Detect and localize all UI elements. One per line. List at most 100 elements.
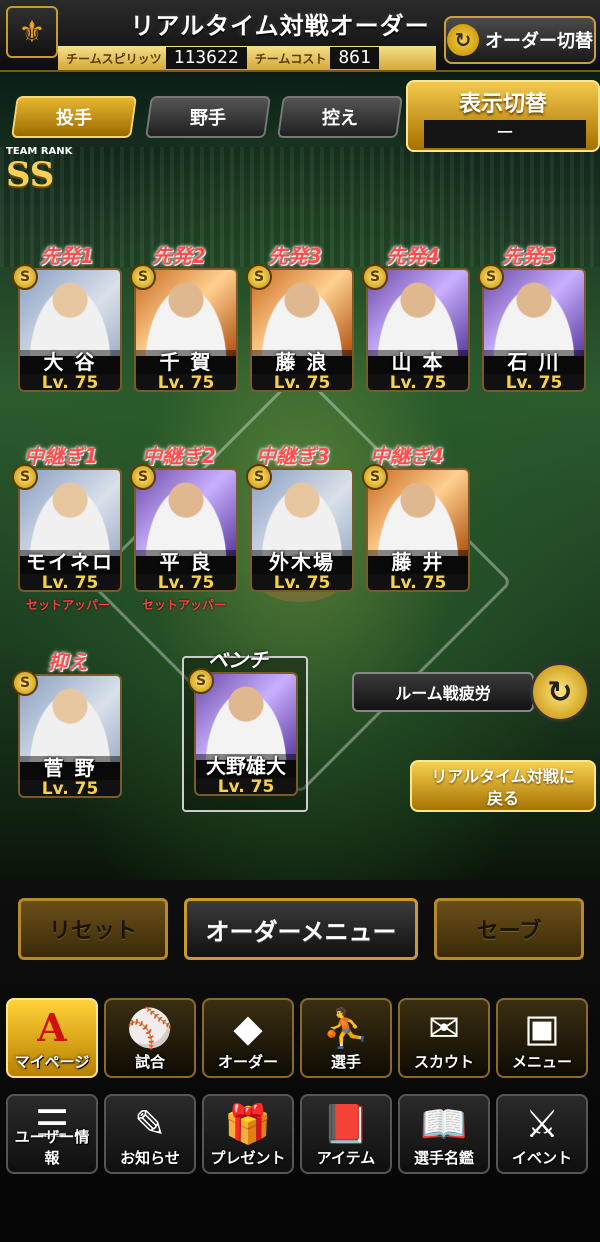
menu-label: お知らせ (120, 1149, 180, 1167)
menu-label: プレゼント (210, 1149, 286, 1167)
player-name: 平 良 (136, 550, 236, 574)
menu-players-button[interactable]: ⛹ 選手 (300, 998, 392, 1078)
menu-player-directory-button[interactable]: 📖 選手名鑑 (398, 1094, 490, 1174)
save-button[interactable]: セーブ (434, 898, 584, 960)
page-title: リアルタイム対戦オーダー (130, 12, 430, 40)
switch-arrows-icon: ↻ (447, 24, 479, 56)
scout-card-icon: ✉ (428, 1006, 460, 1050)
slot-label-closer: 抑え (48, 650, 88, 674)
reset-button[interactable]: リセット (18, 898, 168, 960)
menu-scout-button[interactable]: ✉ スカウト (398, 998, 490, 1078)
team-cost-value: 861 (330, 47, 379, 69)
tab-pitcher-label: 投手 (56, 108, 92, 129)
menu-label: 選手名鑑 (413, 1149, 474, 1167)
rarity-s-badge-icon: S (362, 264, 388, 290)
player-name: モイネロ (20, 550, 120, 574)
team-spirit-label: チームスピリッツ (66, 51, 162, 66)
slot-label-reliever-2: 中継ぎ2 (142, 444, 216, 468)
player-level: Lv. 75 (157, 373, 215, 392)
menu-user-info-button[interactable]: ☰ ユーザー情報 (6, 1094, 98, 1174)
menu-label: ユーザー情報 (14, 1128, 90, 1167)
stadium-icon: ⚾ (126, 1006, 174, 1050)
player-level: Lv. 75 (389, 573, 447, 592)
display-switch-label: 表示切替 (458, 92, 547, 117)
slot-label-reliever-3: 中継ぎ3 (256, 444, 330, 468)
menu-label: オーダー (217, 1053, 278, 1071)
slot-label-starter-4: 先発4 (386, 244, 440, 268)
tab-pitcher[interactable]: 投手 (11, 96, 137, 138)
rarity-s-badge-icon: S (130, 264, 156, 290)
player-level: Lv. 75 (505, 373, 563, 392)
team-stats-bar: チームスピリッツ 113622 チームコスト 861 (58, 46, 436, 70)
menu-label: 選手 (330, 1053, 361, 1071)
back-to-realtime-battle-button[interactable]: リアルタイム対戦に 戻る (410, 760, 596, 812)
sub-menu-row: ☰ ユーザー情報 ✎ お知らせ 🎁 プレゼント 📕 アイテム 📖 選手名鑑 ⚔ … (0, 1094, 600, 1178)
tab-fielder-label: 野手 (190, 108, 226, 129)
tab-fielder[interactable]: 野手 (145, 96, 271, 138)
back-button-line1: リアルタイム対戦に (431, 767, 575, 786)
player-silhouette-icon: ⛹ (322, 1006, 370, 1050)
player-level: Lv. 75 (41, 779, 99, 798)
crossed-bats-icon: ⚔ (524, 1102, 560, 1146)
menu-label: イベント (511, 1149, 572, 1167)
rarity-s-badge-icon: S (246, 464, 272, 490)
menu-menu-button[interactable]: ▣ メニュー (496, 998, 588, 1078)
display-switch-button[interactable]: 表示切替 ー (406, 80, 600, 152)
player-name: 藤 浪 (252, 350, 352, 374)
player-level: Lv. 75 (157, 573, 215, 592)
rarity-s-badge-icon: S (12, 464, 38, 490)
player-name: 山 本 (368, 350, 468, 374)
menu-order-button[interactable]: ◆ オーダー (202, 998, 294, 1078)
slot-label-starter-2: 先発2 (152, 244, 206, 268)
rarity-s-badge-icon: S (362, 464, 388, 490)
player-level: Lv. 75 (273, 573, 331, 592)
rarity-s-badge-icon: S (12, 670, 38, 696)
rarity-s-badge-icon: S (478, 264, 504, 290)
menu-news-button[interactable]: ✎ お知らせ (104, 1094, 196, 1174)
tab-reserve-label: 控え (322, 108, 358, 129)
player-level: Lv. 75 (273, 373, 331, 392)
rarity-s-badge-icon: S (188, 668, 214, 694)
menu-label: メニュー (511, 1053, 572, 1071)
order-menu-button-label: オーダーメニュー (205, 917, 397, 946)
menu-label: マイページ (14, 1053, 90, 1071)
menu-game-button[interactable]: ⚾ 試合 (104, 998, 196, 1078)
slot-label-reliever-1: 中継ぎ1 (24, 444, 98, 468)
player-name: 藤 井 (368, 550, 468, 574)
team-rank-value: SS (6, 155, 55, 195)
notice-icon: ✎ (134, 1102, 166, 1146)
player-level: Lv. 75 (41, 373, 99, 392)
menu-event-button[interactable]: ⚔ イベント (496, 1094, 588, 1174)
slot-label-starter-5: 先発5 (502, 244, 556, 268)
menu-mypage-button[interactable]: A マイページ (6, 998, 98, 1078)
room-fatigue-button[interactable]: ルーム戦疲労 (352, 672, 534, 712)
team-cost-label: チームコスト (254, 51, 327, 66)
slot-label-starter-1: 先発1 (40, 244, 94, 268)
back-button-line2: 戻る (486, 789, 519, 808)
order-switch-label: オーダー切替 (485, 31, 593, 52)
player-name: 外木場 (252, 550, 352, 574)
reset-button-label: リセット (48, 919, 137, 944)
menu-label: 試合 (134, 1053, 165, 1071)
display-switch-value: ー (424, 120, 586, 148)
rarity-s-badge-icon: S (246, 264, 272, 290)
field-diamond-icon: ◆ (233, 1006, 263, 1050)
menu-item-button[interactable]: 📕 アイテム (300, 1094, 392, 1174)
team-logo-icon[interactable]: ⚜ (6, 6, 58, 58)
main-menu-row: A マイページ ⚾ 試合 ◆ オーダー ⛹ 選手 ✉ スカウト ▣ メニュー (0, 998, 600, 1082)
gift-box-icon: 🎁 (224, 1102, 272, 1146)
refresh-arrows-icon[interactable]: ↻ (530, 662, 590, 722)
item-book-icon: 📕 (322, 1102, 370, 1146)
room-fatigue-label: ルーム戦疲労 (395, 684, 491, 703)
player-level: Lv. 75 (217, 777, 275, 796)
player-name: 大野雄大 (196, 754, 296, 778)
rarity-s-badge-icon: S (130, 464, 156, 490)
mypage-a-icon: A (37, 1005, 67, 1050)
order-menu-button[interactable]: オーダーメニュー (184, 898, 418, 960)
order-switch-button[interactable]: ↻ オーダー切替 (444, 16, 596, 64)
save-button-label: セーブ (476, 919, 542, 944)
menu-present-button[interactable]: 🎁 プレゼント (202, 1094, 294, 1174)
player-level: Lv. 75 (389, 373, 447, 392)
role-note-reliever-2: セットアッパー (142, 598, 227, 612)
tab-reserve[interactable]: 控え (277, 96, 403, 138)
